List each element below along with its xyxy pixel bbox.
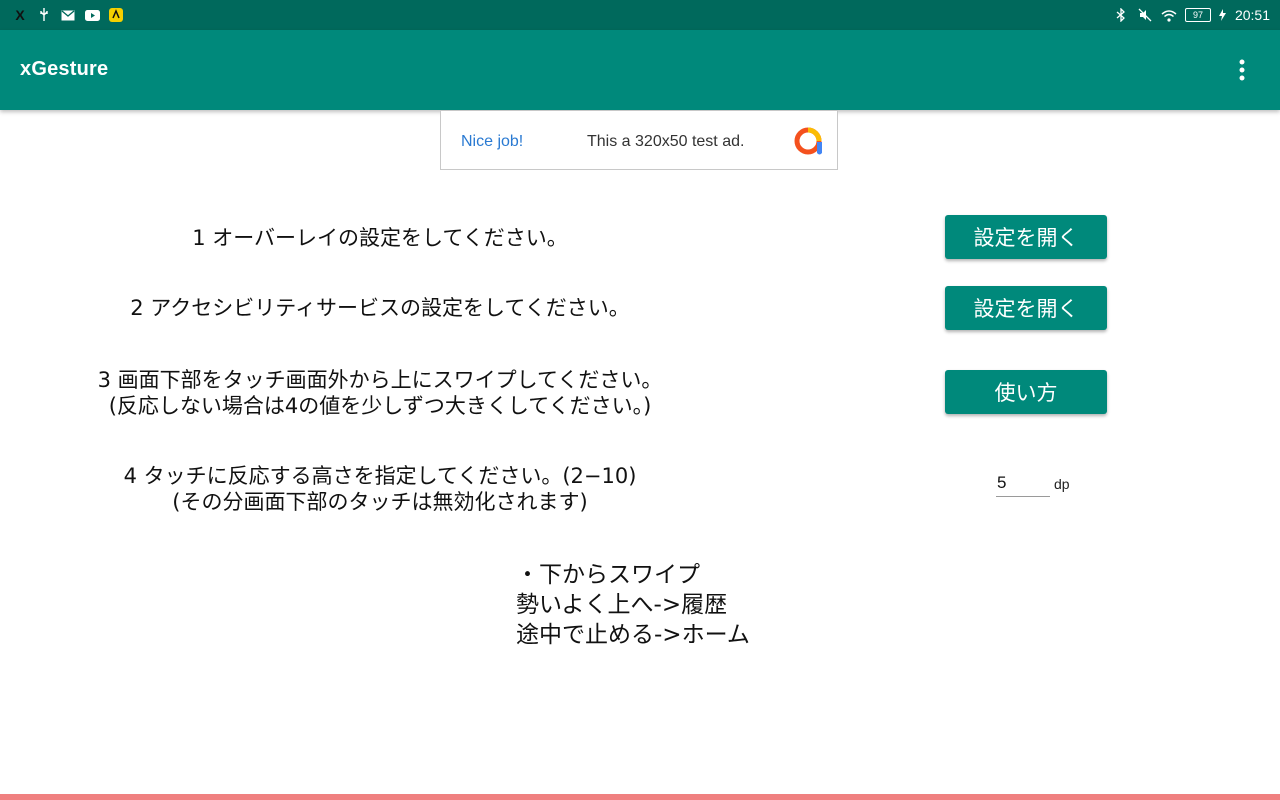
charging-icon — [1219, 7, 1227, 23]
usb-icon — [36, 7, 52, 23]
step4-line1: 4 タッチに反応する高さを指定してください。(2−10) — [123, 464, 637, 488]
step3-line2: (反応しない場合は4の値を少しずつ大きくしてください。) — [108, 394, 652, 418]
bottom-accent-line — [0, 794, 1280, 800]
battery-indicator: 97 — [1184, 8, 1211, 22]
app-bar: xGesture — [0, 30, 1280, 110]
bluetooth-icon — [1113, 7, 1129, 23]
gesture-help: ・下からスワイプ 勢いよく上へ->履歴 途中で止める->ホーム — [516, 560, 750, 650]
touch-height-input[interactable] — [996, 470, 1050, 497]
step4-line2: (その分画面下部のタッチは無効化されます) — [172, 490, 588, 514]
help-line3: 途中で止める->ホーム — [516, 622, 750, 648]
help-line2: 勢いよく上へ->履歴 — [516, 592, 728, 618]
status-bar-right: 97 20:51 — [1113, 7, 1270, 23]
dp-unit-label: dp — [1054, 476, 1070, 492]
open-overlay-settings-button[interactable]: 設定を開く — [945, 215, 1107, 259]
youtube-icon — [84, 7, 100, 23]
mail-icon — [60, 7, 76, 23]
status-bar: X 97 20:51 — [0, 0, 1280, 30]
step1-text: 1 オーバーレイの設定をしてください。 — [192, 226, 568, 250]
ad-text: This a 320x50 test ad. — [587, 133, 745, 150]
overflow-menu-button[interactable] — [1226, 54, 1258, 86]
step2-text: 2 アクセシビリティサービスの設定をしてください。 — [130, 296, 630, 320]
test-ad-banner[interactable]: Nice job! This a 320x50 test ad. — [440, 110, 838, 170]
more-vert-icon — [1239, 59, 1245, 81]
open-accessibility-settings-button[interactable]: 設定を開く — [945, 286, 1107, 330]
help-line1: ・下からスワイプ — [516, 562, 700, 588]
status-bar-left: X — [12, 7, 124, 23]
how-to-use-button[interactable]: 使い方 — [945, 370, 1107, 414]
ad-logo-icon — [794, 127, 822, 155]
x-app-icon: X — [15, 7, 25, 23]
status-time: 20:51 — [1234, 7, 1270, 23]
mute-icon — [1137, 7, 1153, 23]
ad-label: Nice job! — [461, 133, 524, 150]
app-title: xGesture — [20, 58, 109, 80]
wifi-icon — [1161, 7, 1177, 23]
app-badge-icon — [108, 7, 124, 23]
step3-line1: 3 画面下部をタッチ画面外から上にスワイプしてください。 — [97, 368, 663, 392]
